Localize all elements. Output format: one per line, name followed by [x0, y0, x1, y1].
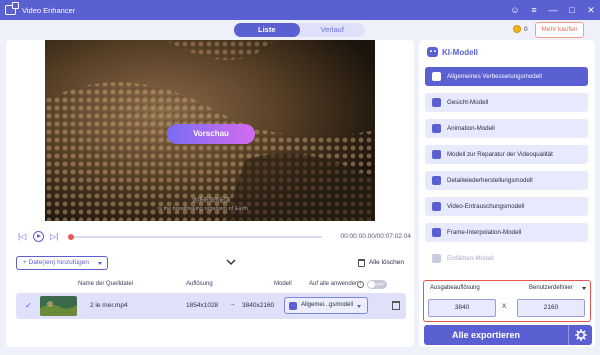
tab-liste[interactable]: Liste: [234, 23, 300, 37]
view-tabs: Liste Verlauf: [234, 23, 365, 37]
play-icon[interactable]: [33, 231, 44, 242]
colorize-icon: [432, 254, 441, 263]
video-thumbnail: [40, 296, 77, 316]
output-resolution: 3840x2160: [242, 302, 275, 309]
dimension-separator: X: [502, 303, 507, 310]
repair-icon: [432, 150, 441, 159]
ki-header: KI-Modell: [427, 47, 478, 57]
enhance-icon: [432, 72, 441, 81]
face-icon: [432, 98, 441, 107]
output-resolution-label: Ausgabeauflösung: [430, 285, 480, 291]
subtitle-line-1: 这场奇观的起源: [192, 198, 231, 204]
chevron-down-icon[interactable]: [582, 287, 586, 290]
maximize-button[interactable]: □: [567, 0, 577, 20]
output-resolution-box: Ausgabeauflösung Benutzerdefinier 3840 X…: [423, 280, 591, 322]
coin-icon: [513, 25, 521, 33]
row-model-select[interactable]: Allgemei...gsmodell: [284, 297, 368, 314]
feedback-icon[interactable]: ☺: [510, 0, 520, 20]
model-item-denoise[interactable]: Video-Entrauschungsmodell: [425, 197, 588, 216]
width-input[interactable]: 3840: [428, 299, 496, 317]
export-all-label: Alle exportieren: [452, 330, 521, 340]
collapse-chevron-icon[interactable]: [226, 259, 236, 266]
progress-thumb[interactable]: [68, 234, 74, 240]
player-controls: |◁ ▷| 00:00:00.00/00:07:02.04: [6, 230, 414, 244]
buy-more-button[interactable]: Mehr kaufen: [535, 22, 584, 38]
model-item-label: Video-Entrauschungsmodell: [447, 203, 525, 210]
model-item-label: Einfärben-Modell: [447, 255, 494, 262]
delete-row-icon[interactable]: [392, 301, 400, 310]
ki-title: KI-Modell: [442, 47, 478, 57]
table-header: Name der Quelldatei Auflösung Modell Auf…: [6, 278, 414, 290]
check-icon[interactable]: ✓: [25, 301, 32, 310]
apply-all-toggle[interactable]: OFF: [367, 280, 387, 289]
tab-verlauf[interactable]: Verlauf: [300, 23, 366, 37]
ki-model-panel: KI-Modell Allgemeines Verbesserungsmodel…: [419, 40, 595, 347]
app-title: Video Enhancer: [22, 5, 76, 15]
model-item-label: Animation-Modell: [447, 125, 495, 132]
export-settings-button[interactable]: [568, 325, 592, 345]
model-item-frame[interactable]: Frame-Interpolation-Modell: [425, 223, 588, 242]
model-item-label: Detailwiederherstellungsmodell: [447, 177, 533, 184]
model-item-colorize[interactable]: Einfärben-Modell: [425, 249, 588, 268]
chevron-down-icon[interactable]: [98, 262, 102, 265]
table-row[interactable]: ✓ 2 le mer.mp4 1854x1028 → 3840x2160 All…: [16, 293, 406, 319]
animation-icon: [432, 124, 441, 133]
model-item-repair[interactable]: Modell zur Reparatur der Videoqualität: [425, 145, 588, 164]
model-item-label: Modell zur Reparatur der Videoqualität: [447, 151, 553, 158]
frame-icon: [432, 228, 441, 237]
denoise-icon: [432, 202, 441, 211]
arrow-icon: →: [229, 301, 236, 308]
header-model: Modell: [274, 281, 292, 287]
app-logo-icon: [5, 2, 19, 15]
height-input[interactable]: 2160: [517, 299, 585, 317]
export-all-button[interactable]: Alle exportieren: [424, 325, 592, 345]
previous-frame-icon[interactable]: |◁: [18, 230, 26, 244]
detail-icon: [432, 176, 441, 185]
row-model-value: Allgemei...gsmodell: [301, 302, 354, 308]
info-icon[interactable]: i: [357, 281, 364, 288]
file-toolbar: + Date(ien) hinzufügen Alle löschen: [6, 254, 414, 274]
add-files-label: + Date(ien) hinzufügen: [23, 259, 89, 266]
model-item-label: Gesicht-Modell: [447, 99, 489, 106]
menu-icon[interactable]: ≡: [529, 0, 539, 20]
model-item-detail[interactable]: Detailwiederherstellungsmodell: [425, 171, 588, 190]
coin-balance: 0: [513, 25, 528, 33]
title-bar: Video Enhancer ☺ ≡ — □ ✕: [0, 0, 600, 20]
header-apply-all: Auf alle anwenden: [309, 281, 359, 287]
clear-all-label: Alle löschen: [368, 259, 404, 266]
resolution-preset-select[interactable]: Benutzerdefinier: [527, 283, 589, 294]
window-controls: ☺ ≡ — □ ✕: [510, 0, 596, 20]
model-item-label: Frame-Interpolation-Modell: [447, 229, 522, 236]
progress-track[interactable]: [68, 236, 322, 238]
robot-icon: [427, 47, 438, 57]
minimize-button[interactable]: —: [548, 0, 558, 20]
video-preview: Vorschau 这场奇观的起源 is the breathtaking org…: [45, 40, 375, 221]
close-button[interactable]: ✕: [586, 0, 596, 20]
header-resolution: Auflösung: [186, 281, 213, 287]
trash-icon: [357, 259, 365, 267]
model-item-animation[interactable]: Animation-Modell: [425, 119, 588, 138]
model-icon: [289, 302, 297, 310]
left-panel: Vorschau 这场奇观的起源 is the breathtaking org…: [6, 40, 414, 347]
source-resolution: 1854x1028: [186, 302, 219, 309]
subtitle-line-2: is the breathtaking organism of Earth: [158, 206, 248, 212]
chevron-down-icon[interactable]: [357, 305, 361, 308]
preview-button[interactable]: Vorschau: [167, 124, 255, 144]
model-item-label: Allgemeines Verbesserungsmodell: [447, 73, 542, 80]
header-name: Name der Quelldatei: [78, 281, 134, 287]
clear-all-button[interactable]: Alle löschen: [357, 256, 404, 270]
resolution-preset-value: Benutzerdefinier: [529, 285, 573, 291]
model-list: Allgemeines Verbesserungsmodell Gesicht-…: [425, 67, 588, 275]
coin-count: 0: [524, 25, 528, 33]
model-item-enhance[interactable]: Allgemeines Verbesserungsmodell: [425, 67, 588, 86]
model-item-face[interactable]: Gesicht-Modell: [425, 93, 588, 112]
file-name: 2 le mer.mp4: [90, 302, 128, 309]
add-files-button[interactable]: + Date(ien) hinzufügen: [16, 256, 108, 270]
timecode: 00:00:00.00/00:07:02.04: [340, 233, 411, 240]
next-frame-icon[interactable]: ▷|: [50, 230, 58, 244]
gear-icon: [575, 329, 587, 341]
